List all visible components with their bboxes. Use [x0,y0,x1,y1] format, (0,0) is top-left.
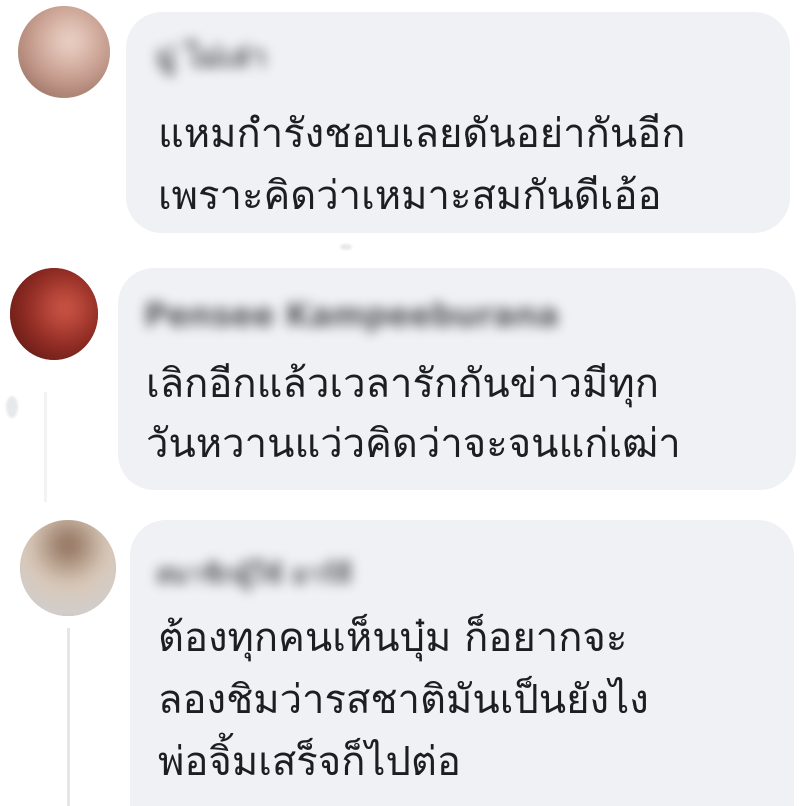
comment-author[interactable]: สมาชิกผู้ใช้ อาร์ลี [156,554,352,595]
avatar-image [10,268,98,360]
commenter-avatar[interactable] [18,6,110,98]
commenter-avatar[interactable] [10,268,98,360]
comment-text-line: แหมกำรังชอบเลยดันอย่ากันอีก [158,111,686,157]
reply-thread-line [44,392,47,502]
comment-author[interactable]: มู่ ไม่เล่า [156,34,267,81]
comment-text-line: ลองชิมว่ารสชาติมันเป็นยังไง [158,677,649,723]
avatar-image [18,6,110,98]
comment-bubble: มู่ ไม่เล่า แหมกำรังชอบเลยดันอย่ากันอีก … [126,12,790,233]
comment-thread: มู่ ไม่เล่า แหมกำรังชอบเลยดันอย่ากันอีก … [0,0,800,806]
avatar-image [20,520,116,616]
commenter-avatar[interactable] [20,520,116,616]
comment-text-line: เลิกอีกแล้วเวลารักกันข่าวมีทุก [146,361,659,407]
comment-text-line: วันหวานแว่วคิดว่าจะจนแก่เฒ่า [146,421,681,467]
faint-dot [6,396,18,418]
comment-text-line: ต้องทุกคนเห็นบุ๋ม ก็อยากจะ [158,615,628,661]
comment-bubble: สมาชิกผู้ใช้ อาร์ลี ต้องทุกคนเห็นบุ๋ม ก็… [130,520,794,806]
comment-author[interactable]: Pensee Kampeeburana [144,296,559,334]
reply-thread-line [67,628,70,806]
comment-text-line: พ่อจิ้มเสร็จก็ไปต่อ [158,739,461,785]
faint-dot [340,244,352,250]
comment-bubble: Pensee Kampeeburana เลิกอีกแล้วเวลารักกั… [118,268,796,490]
comment-text-line: เพราะคิดว่าเหมาะสมกันดีเอ้อ [158,173,662,219]
